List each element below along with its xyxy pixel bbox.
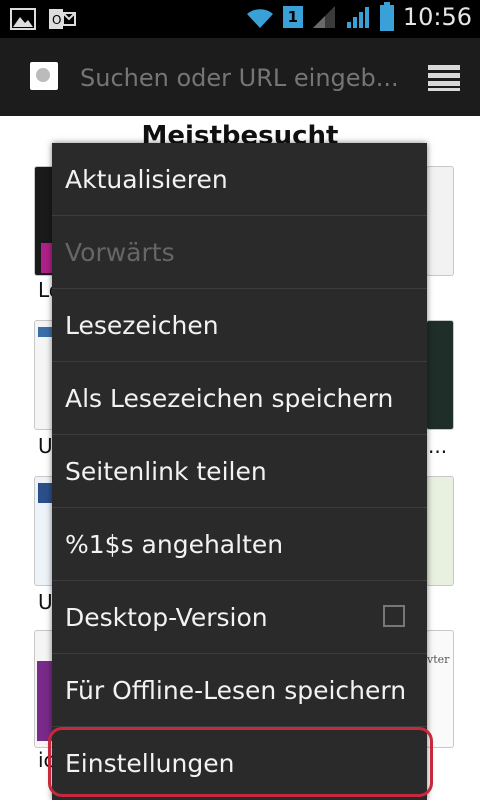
desktop-version-checkbox[interactable] (383, 605, 405, 627)
thumbnail-label: ... (428, 434, 448, 458)
menu-item-refresh[interactable]: Aktualisieren (52, 143, 427, 216)
status-bar: O 1 10:56 (0, 0, 480, 38)
thumbnail[interactable] (426, 476, 454, 586)
signal-icon (312, 6, 335, 28)
thumbnail-label: U (38, 434, 53, 458)
favicon-icon[interactable] (30, 62, 58, 90)
battery-icon (379, 2, 394, 31)
thumbnail-text: vter (427, 653, 450, 666)
menu-item-desktop-version[interactable]: Desktop-Version (52, 581, 427, 654)
menu-item-bookmarks[interactable]: Lesezeichen (52, 289, 427, 362)
menu-item-label: Für Offline-Lesen speichern (65, 675, 407, 705)
menu-item-forward: Vorwärts (52, 216, 427, 289)
tabs-icon[interactable] (426, 62, 462, 92)
thumbnail[interactable]: vter (426, 630, 454, 748)
signal-strength-icon (346, 7, 369, 28)
menu-item-label: Desktop-Version (65, 602, 268, 632)
thumbnail[interactable] (426, 166, 454, 276)
menu-item-paused[interactable]: %1$s angehalten (52, 508, 427, 581)
sim-badge: 1 (282, 6, 303, 28)
menu-item-label: Vorwärts (65, 237, 175, 267)
outlook-icon: O (49, 9, 76, 29)
url-input[interactable] (80, 58, 405, 98)
gallery-icon (10, 8, 36, 30)
clock: 10:56 (402, 3, 472, 31)
menu-item-label: Lesezeichen (65, 310, 219, 340)
thumbnail-label: U (38, 590, 53, 614)
wifi-icon (246, 9, 273, 29)
menu-item-save-offline[interactable]: Für Offline-Lesen speichern (52, 654, 427, 727)
thumbnail[interactable] (426, 320, 454, 430)
menu-item-label: Aktualisieren (65, 164, 228, 194)
menu-item-label: Einstellungen (65, 748, 235, 778)
overflow-menu: Aktualisieren Vorwärts Lesezeichen Als L… (52, 143, 427, 800)
menu-item-share-link[interactable]: Seitenlink teilen (52, 435, 427, 508)
url-bar (0, 38, 480, 116)
status-right-icons: 1 10:56 (245, 2, 472, 32)
menu-item-save-bookmark[interactable]: Als Lesezeichen speichern (52, 362, 427, 435)
svg-text:O: O (52, 13, 61, 27)
menu-item-settings[interactable]: Einstellungen (52, 727, 427, 799)
menu-item-label: Als Lesezeichen speichern (65, 383, 394, 413)
status-left-icons: O (10, 6, 76, 32)
menu-item-label: Seitenlink teilen (65, 456, 267, 486)
menu-item-label: %1$s angehalten (65, 529, 284, 559)
